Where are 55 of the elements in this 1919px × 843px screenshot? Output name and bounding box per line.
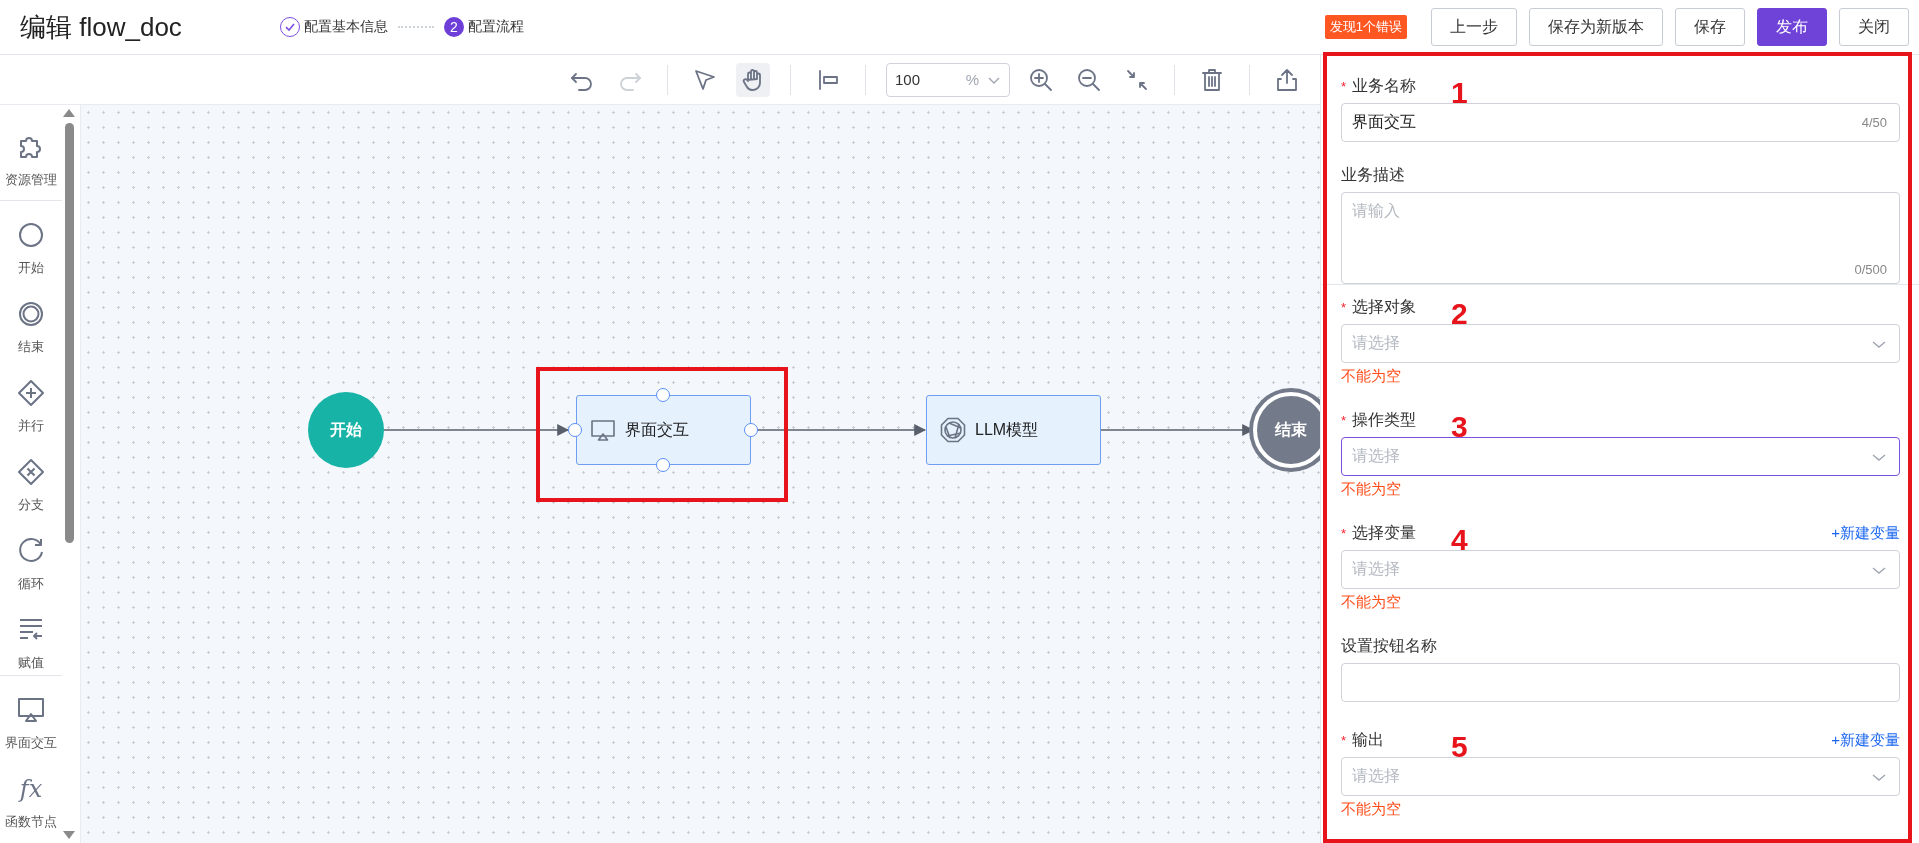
header-button[interactable]: 保存 xyxy=(1675,8,1745,46)
palette-item[interactable]: 循环 xyxy=(0,517,62,596)
input-field[interactable]: 界面交互 4/50 xyxy=(1341,103,1900,142)
field-label: 选择对象 xyxy=(1352,296,1417,317)
palette-item[interactable]: 结束 xyxy=(0,280,62,359)
port-handle[interactable] xyxy=(656,458,670,472)
end-node[interactable]: 结束 xyxy=(1253,392,1320,468)
required-mark: * xyxy=(1341,525,1347,541)
header-button[interactable]: 上一步 xyxy=(1431,8,1517,46)
char-counter: 4/50 xyxy=(1861,115,1887,130)
diamond-plus-icon xyxy=(15,377,47,409)
palette-item[interactable]: 分支 xyxy=(0,438,62,517)
palette-item[interactable]: 开始 xyxy=(0,201,62,280)
required-mark: * xyxy=(1341,78,1347,94)
required-mark: * xyxy=(1341,299,1347,315)
error-message: 不能为空 xyxy=(1341,593,1402,611)
task-node[interactable]: LLM模型 xyxy=(926,395,1101,465)
field-label: 输出 xyxy=(1352,729,1385,750)
error-message: 不能为空 xyxy=(1341,800,1402,818)
placeholder: 请输入 xyxy=(1352,201,1400,221)
new-variable-link[interactable]: +新建变量 xyxy=(1831,523,1900,543)
diamond-x-icon xyxy=(15,456,47,488)
required-mark: * xyxy=(1341,412,1347,428)
field-label: 设置按钮名称 xyxy=(1341,635,1437,656)
char-counter: 0/500 xyxy=(1854,262,1887,277)
palette-item[interactable]: fx 函数节点 xyxy=(0,755,62,834)
hand-icon[interactable] xyxy=(736,62,770,97)
port-handle[interactable] xyxy=(744,423,758,437)
field-label: 选择变量 xyxy=(1352,522,1417,543)
error-message: 不能为空 xyxy=(1341,367,1402,385)
input-field[interactable] xyxy=(1341,663,1900,702)
step-label: 配置基本信息 xyxy=(303,18,388,36)
hexagon-icon xyxy=(939,416,967,444)
port-handle[interactable] xyxy=(656,388,670,402)
palette-item[interactable]: 赋值 xyxy=(0,596,62,675)
textarea-field[interactable]: 请输入 0/500 xyxy=(1341,192,1900,284)
required-mark: * xyxy=(1341,732,1347,748)
step-label: 配置流程 xyxy=(467,18,524,36)
zoom-select[interactable]: 100 % xyxy=(886,62,1010,97)
error-message: 不能为空 xyxy=(1341,480,1402,498)
field-label: 业务名称 xyxy=(1352,75,1417,96)
palette-item[interactable]: 资源管理 xyxy=(0,105,62,200)
header-button[interactable]: 保存为新版本 xyxy=(1529,8,1663,46)
palette-item[interactable]: 界面交互 xyxy=(0,676,62,755)
task-node[interactable]: 界面交互 xyxy=(576,395,751,465)
page-title: 编辑 flow_doc xyxy=(20,10,182,44)
function-icon: fx xyxy=(19,773,43,805)
field-label: 业务描述 xyxy=(1341,164,1405,185)
palette-item[interactable]: 并行 xyxy=(0,359,62,438)
header-button[interactable]: 关闭 xyxy=(1839,8,1909,46)
port-handle[interactable] xyxy=(568,423,582,437)
field-label: 操作类型 xyxy=(1352,409,1417,430)
step-number: 2 xyxy=(443,17,464,37)
new-variable-link[interactable]: +新建变量 xyxy=(1831,730,1900,750)
publish-button[interactable]: 发布 xyxy=(1757,8,1827,46)
